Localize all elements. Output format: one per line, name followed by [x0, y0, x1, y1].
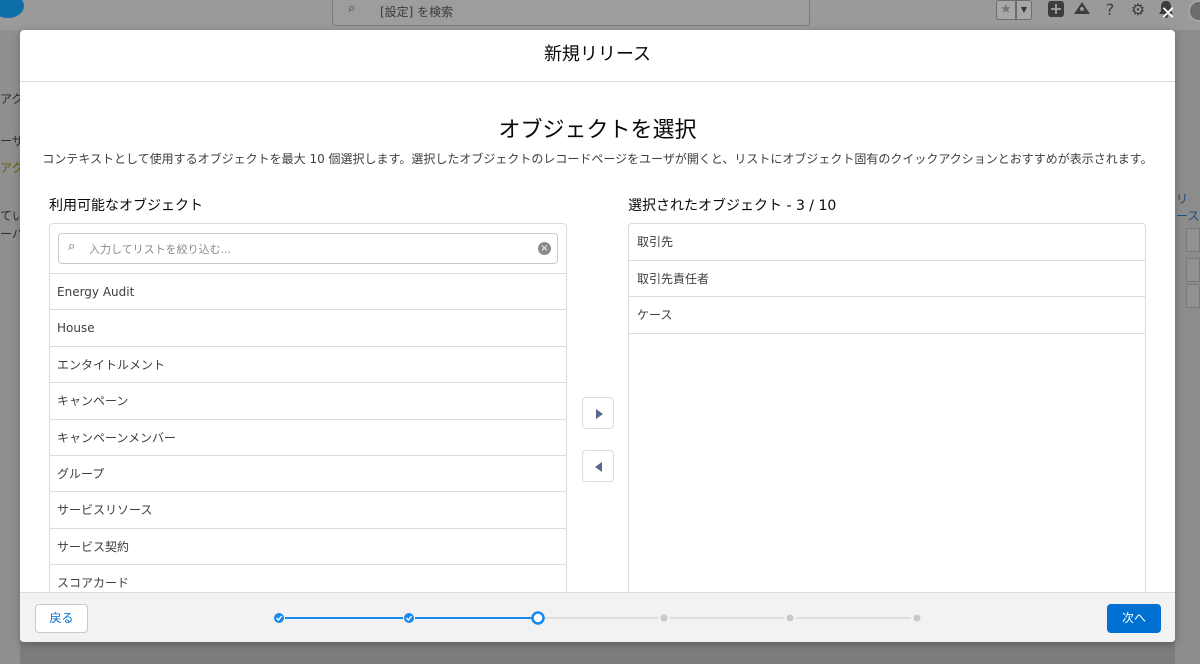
modal-footer: 戻る 次へ [20, 592, 1175, 642]
search-icon: ⌕ [68, 239, 76, 254]
clear-icon[interactable]: × [538, 242, 551, 255]
background-table-cell [1186, 258, 1200, 282]
background-left-panel [0, 30, 20, 664]
list-item[interactable]: House [50, 309, 566, 345]
move-right-icon [596, 409, 603, 419]
modal-title: 新規リリース [543, 44, 652, 65]
list-item[interactable]: ケース [629, 297, 1145, 334]
progress-step-incomplete[interactable] [786, 614, 794, 622]
gear-icon: ⚙ [1130, 0, 1146, 19]
search-icon: ⌕ [348, 1, 356, 16]
chevron-down-icon: ▼ [1016, 0, 1032, 20]
add-icon [1046, 0, 1066, 20]
new-release-modal: 新規リリース オブジェクトを選択 コンテキストとして使用するオブジェクトを最大 … [20, 30, 1175, 642]
step-description: コンテキストとして使用するオブジェクトを最大 10 個選択します。選択したオブジ… [42, 152, 1153, 166]
list-item[interactable]: キャンペーン [50, 382, 566, 418]
step-title: オブジェクトを選択 [498, 118, 697, 143]
progress-step-completed[interactable] [274, 613, 284, 623]
available-list: Energy Audit House エンタイトルメント キャンペーン キャンペ… [50, 273, 566, 601]
modal-header: 新規リリース [20, 30, 1175, 82]
selected-objects-label: 選択されたオブジェクト - 3 / 10 [628, 198, 837, 214]
filter-box: ⌕ × [58, 233, 558, 264]
available-objects-label: 利用可能なオブジェクト [49, 198, 203, 214]
filter-input[interactable] [89, 238, 529, 260]
trailhead-icon [1072, 0, 1092, 20]
help-icon: ? [1105, 0, 1115, 19]
background-right-panel [1175, 30, 1200, 664]
progress-step-incomplete[interactable] [660, 614, 668, 622]
global-search-placeholder: [設定] を検索 [380, 5, 454, 19]
progress-indicator [274, 611, 921, 625]
list-item[interactable]: Energy Audit [50, 273, 566, 309]
list-item[interactable]: サービス契約 [50, 527, 566, 564]
progress-step-current[interactable] [531, 611, 545, 625]
available-objects-listbox[interactable]: ⌕ × Energy Audit House エンタイトルメント キャンペーン … [49, 223, 567, 603]
progress-step-completed[interactable] [404, 613, 414, 623]
list-item[interactable]: サービスリソース [50, 491, 566, 527]
background-table-cell [1186, 228, 1200, 252]
progress-step-incomplete[interactable] [913, 614, 921, 622]
list-item[interactable]: グループ [50, 454, 566, 491]
background-bottom [20, 642, 1175, 664]
background-text: リース [1176, 192, 1200, 223]
move-left-icon [595, 462, 602, 472]
next-button[interactable]: 次へ [1107, 604, 1161, 633]
favorite-star-icon: ★ [996, 0, 1016, 20]
list-item[interactable]: エンタイトルメント [50, 345, 566, 382]
list-item[interactable]: キャンペーンメンバー [50, 418, 566, 455]
list-item[interactable]: 取引先 [629, 224, 1145, 261]
close-icon[interactable]: ✕ [1158, 4, 1178, 24]
move-to-available-button[interactable] [582, 450, 614, 482]
background-table-cell [1186, 284, 1200, 308]
list-item[interactable]: 取引先責任者 [629, 261, 1145, 297]
selected-objects-listbox[interactable]: 取引先 取引先責任者 ケース [628, 223, 1146, 603]
move-to-selected-button[interactable] [582, 397, 614, 429]
